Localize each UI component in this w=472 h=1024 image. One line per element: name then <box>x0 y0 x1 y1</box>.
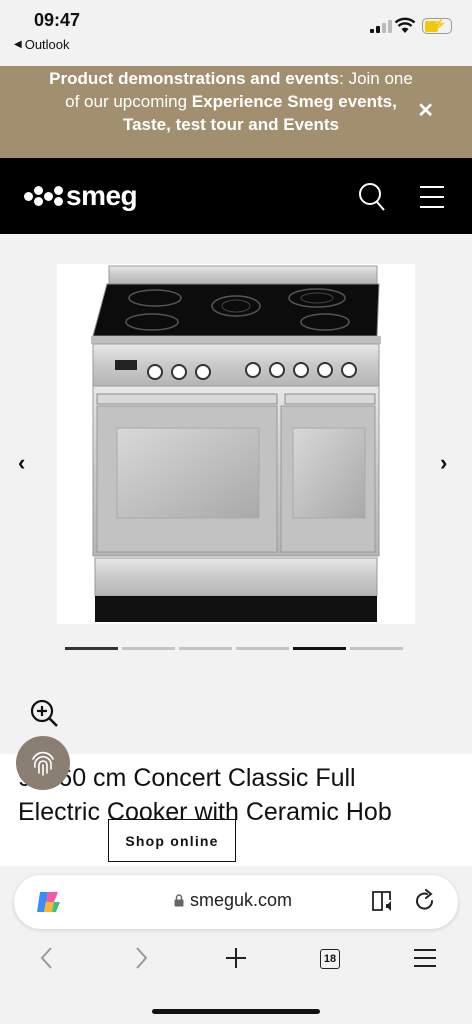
carousel-dot[interactable] <box>293 647 346 650</box>
copilot-icon[interactable] <box>34 888 62 916</box>
battery-icon: ⚡ <box>422 17 452 34</box>
tabs-count-button[interactable]: 18 <box>320 949 340 969</box>
browser-toolbar: 18 <box>0 944 472 980</box>
carousel-dot[interactable] <box>350 647 403 650</box>
reload-icon[interactable] <box>413 889 437 913</box>
url-text: smeguk.com <box>190 890 293 910</box>
next-slide-arrow-icon[interactable]: › <box>440 450 447 476</box>
product-title: 90x60 cm Concert Classic Full Electric C… <box>18 763 458 827</box>
smeg-logo[interactable]: smeg <box>22 180 138 212</box>
promo-text[interactable]: Product demonstrations and events: Join … <box>40 67 422 136</box>
cooker-illustration <box>91 265 381 622</box>
carousel-dot[interactable] <box>65 647 118 650</box>
carousel-indicators <box>65 647 403 650</box>
home-indicator <box>152 1009 320 1014</box>
search-icon[interactable] <box>358 182 386 212</box>
close-icon[interactable]: ✕ <box>417 100 434 123</box>
fingerprint-icon <box>32 751 54 776</box>
carousel-dot[interactable] <box>179 647 232 650</box>
forward-chevron-icon[interactable] <box>134 944 150 972</box>
product-carousel: ‹ › <box>0 234 472 754</box>
back-app-label: Outlook <box>24 37 70 52</box>
previous-slide-arrow-icon[interactable]: ‹ <box>18 450 25 476</box>
url-display[interactable]: smeguk.com <box>174 890 292 911</box>
menu-lines-icon[interactable] <box>412 944 438 972</box>
logo-dots-icon <box>22 182 66 210</box>
product-image[interactable] <box>57 264 415 624</box>
carousel-dot[interactable] <box>236 647 289 650</box>
fingerprint-button[interactable] <box>16 736 70 790</box>
reader-mode-icon[interactable] <box>371 889 397 913</box>
status-bar: 09:47 ◀ Outlook ⚡ <box>0 0 472 66</box>
zoom-in-icon[interactable] <box>30 699 60 729</box>
hamburger-menu-icon[interactable] <box>420 186 444 216</box>
back-triangle-icon: ◀ <box>14 39 22 50</box>
promo-banner: Product demonstrations and events: Join … <box>0 66 472 158</box>
new-tab-plus-icon[interactable] <box>224 944 248 972</box>
shop-online-button[interactable]: Shop online <box>108 819 236 862</box>
clock: 09:47 <box>34 10 81 30</box>
wifi-icon <box>394 17 416 33</box>
promo-bold-1: Product demonstrations and events <box>49 69 340 88</box>
product-info: 90x60 cm Concert Classic Full Electric C… <box>0 754 472 866</box>
address-bar[interactable]: smeguk.com <box>14 875 458 929</box>
back-to-app-link[interactable]: ◀ Outlook <box>14 37 70 52</box>
logo-text: smeg <box>66 180 138 211</box>
back-chevron-icon[interactable] <box>38 944 54 972</box>
lock-icon <box>174 894 184 907</box>
browser-chrome: smeguk.com 18 <box>0 866 472 1024</box>
site-header: smeg <box>0 158 472 234</box>
carousel-dot[interactable] <box>122 647 175 650</box>
cellular-signal-icon <box>370 20 392 33</box>
product-title-line2: Electric Cooker with Ceramic Hob <box>18 798 392 826</box>
